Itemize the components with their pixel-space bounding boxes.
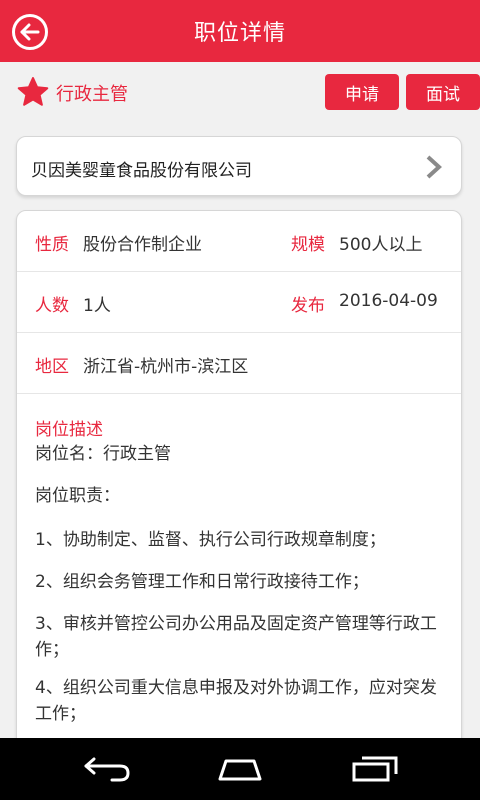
description-line: 2、组织会务管理工作和日常行政接待工作； [35,572,369,592]
system-nav-bar [0,738,480,800]
position-name: 行政主管 [56,84,128,105]
favorite-star-icon[interactable] [16,75,50,109]
description-line: 岗位名：行政主管 [35,444,171,464]
publish-value: 2016-04-09 [339,291,438,311]
company-name: 贝因美婴童食品股份有限公司 [31,161,252,181]
chevron-right-icon [426,155,442,179]
publish-label: 发布 [291,296,325,316]
interview-button[interactable]: 面试 [406,74,480,110]
company-link[interactable]: 贝因美婴童食品股份有限公司 [16,136,462,196]
position-bar: 行政主管 申请 面试 [0,62,480,122]
scale-value: 500人以上 [339,235,423,255]
nature-scale-row: 性质 股份合作制企业 规模 500人以上 [17,211,461,272]
back-arrow-icon [20,23,40,41]
home-nav-icon[interactable] [214,754,266,784]
page-title: 职位详情 [193,21,286,46]
scale-label: 规模 [291,235,325,255]
nature-value: 股份合作制企业 [83,235,202,255]
recent-apps-icon[interactable] [350,754,400,784]
description-title: 岗位描述 [35,420,103,440]
back-button[interactable] [12,14,48,50]
description-line: 1、协助制定、监督、执行公司行政规章制度； [35,530,386,550]
region-value: 浙江省-杭州市-滨江区 [83,357,249,377]
headcount-label: 人数 [35,296,69,316]
back-nav-icon[interactable] [82,754,132,784]
apply-button[interactable]: 申请 [325,74,399,110]
app-header: 职位详情 [0,0,480,62]
headcount-value: 1人 [83,296,111,316]
description-line: 岗位职责： [35,486,120,506]
description-line: 4、组织公司重大信息申报及对外协调工作，应对突发工作； [35,678,437,724]
nature-label: 性质 [35,235,69,255]
region-row: 地区 浙江省-杭州市-滨江区 [17,333,461,394]
region-label: 地区 [35,357,69,377]
job-details-card: 性质 股份合作制企业 规模 500人以上 人数 1人 发布 2016-04-09… [16,210,462,770]
headcount-publish-row: 人数 1人 发布 2016-04-09 [17,272,461,333]
description-line: 3、审核并管控公司办公用品及固定资产管理等行政工作； [35,614,437,660]
